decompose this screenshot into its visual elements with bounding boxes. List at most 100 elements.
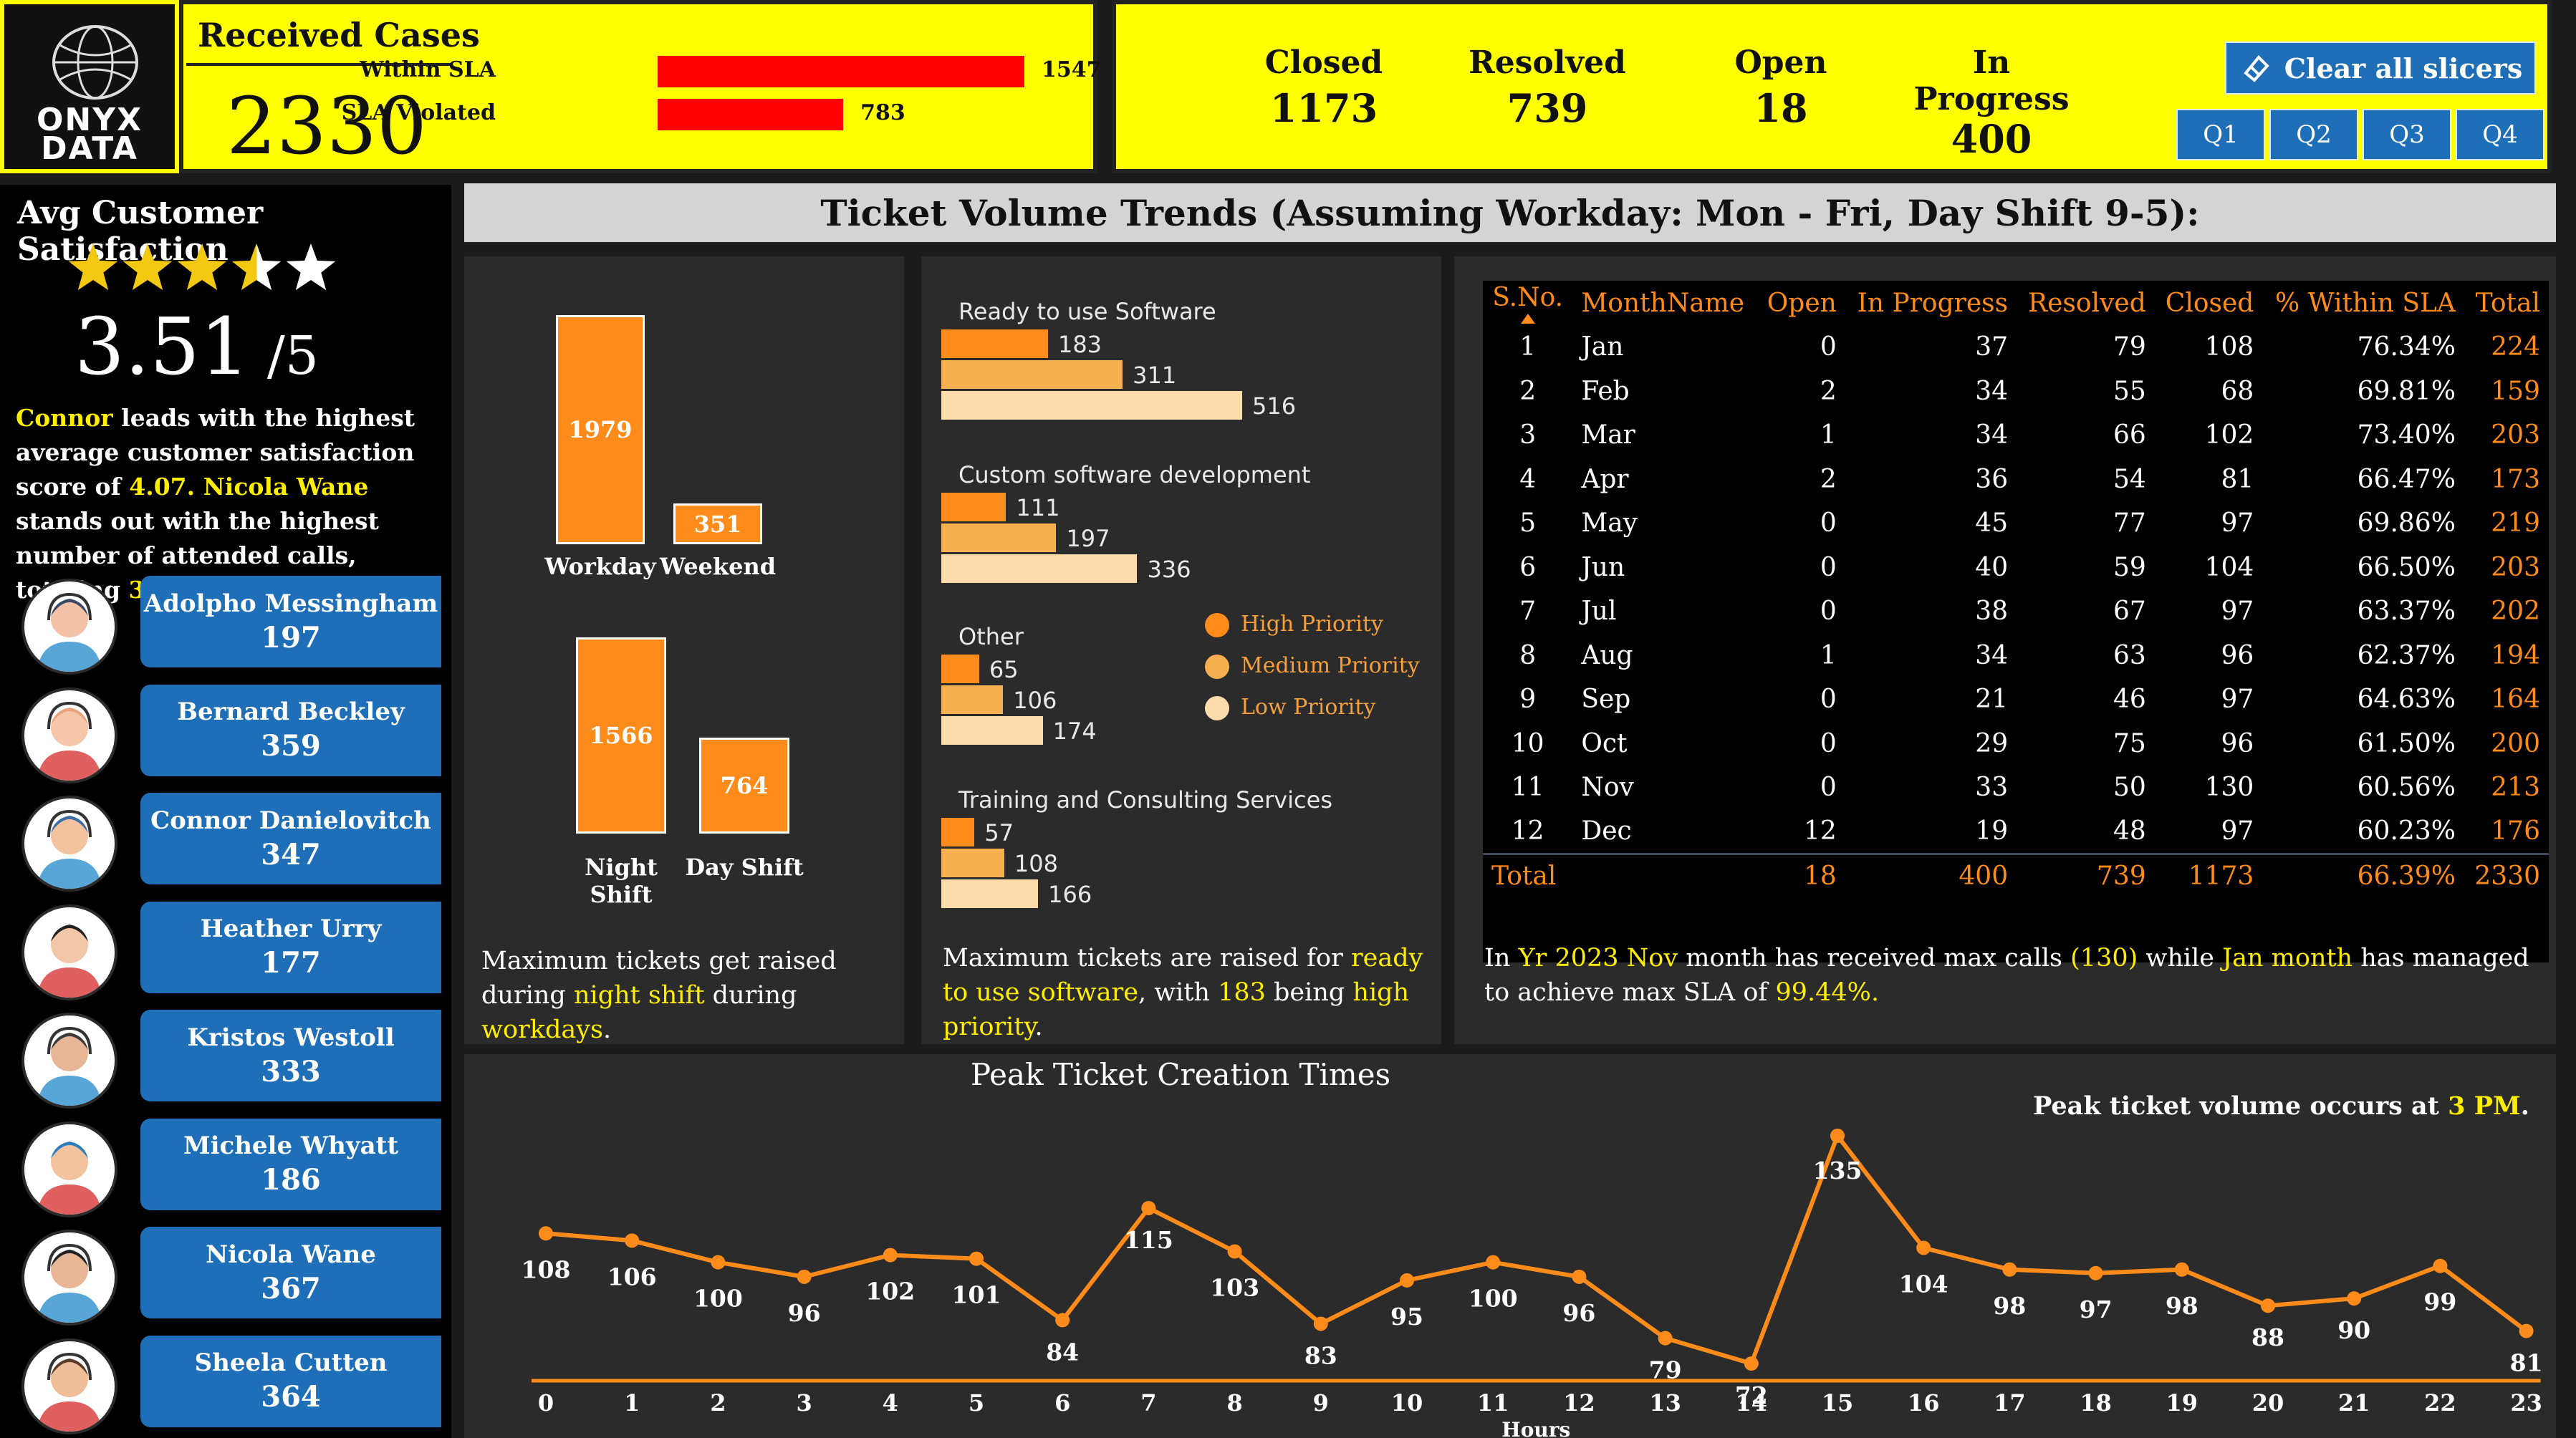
table-header[interactable]: Total xyxy=(2464,281,2549,325)
data-point[interactable] xyxy=(969,1251,984,1266)
table-row[interactable]: 7 Jul 0 38 67 97 63.37% 202 xyxy=(1483,589,2549,634)
table-row[interactable]: 1 Jan 0 37 79 108 76.34% 224 xyxy=(1483,325,2549,370)
table-cell: 200 xyxy=(2491,728,2540,758)
quarter-q2-button[interactable]: Q2 xyxy=(2269,109,2358,160)
data-point[interactable] xyxy=(2261,1298,2275,1313)
data-point[interactable] xyxy=(1055,1313,1070,1328)
data-point[interactable] xyxy=(625,1233,640,1248)
priority-bar[interactable] xyxy=(941,554,1138,583)
shift-bar[interactable]: 1566 xyxy=(576,637,666,834)
data-point[interactable] xyxy=(1313,1316,1328,1331)
table-cell: 75 xyxy=(2113,728,2146,758)
data-point[interactable] xyxy=(2002,1262,2017,1277)
table-cell: 33 xyxy=(1975,773,2009,803)
table-row[interactable]: 6 Jun 0 40 59 104 66.50% 203 xyxy=(1483,546,2549,590)
table-row[interactable]: 11 Nov 0 33 50 130 60.56% 213 xyxy=(1483,766,2549,810)
table-total-cell: 2330 xyxy=(2464,852,2549,898)
table-header[interactable]: % Within SLA xyxy=(2262,281,2464,325)
priority-bar[interactable] xyxy=(941,879,1039,908)
insight-highlight-score: 4.07. xyxy=(129,473,196,501)
data-point[interactable] xyxy=(1141,1200,1156,1215)
table-header[interactable]: Closed xyxy=(2155,281,2263,325)
agent-button[interactable]: Kristos Westoll 333 xyxy=(140,1010,441,1101)
table-header[interactable]: Open xyxy=(1756,281,1845,325)
priority-bar[interactable] xyxy=(941,493,1006,521)
data-point[interactable] xyxy=(539,1226,553,1241)
priority-bar[interactable] xyxy=(941,391,1242,420)
quarter-q3-button[interactable]: Q3 xyxy=(2363,109,2451,160)
data-point[interactable] xyxy=(883,1248,898,1263)
x-tick-label: 19 xyxy=(2166,1389,2198,1417)
table-row[interactable]: 9 Sep 0 21 46 97 64.63% 164 xyxy=(1483,677,2549,722)
data-point[interactable] xyxy=(1658,1331,1673,1346)
table-row[interactable]: 10 Oct 0 29 75 96 61.50% 200 xyxy=(1483,722,2549,766)
table-row[interactable]: 8 Aug 1 34 63 96 62.37% 194 xyxy=(1483,634,2549,678)
data-point[interactable] xyxy=(2433,1258,2448,1273)
agent-button[interactable]: Connor Danielovitch 347 xyxy=(140,793,441,884)
satisfaction-outof: /5 xyxy=(266,325,319,387)
data-point[interactable] xyxy=(2088,1265,2103,1280)
status-card: Closed 1173 Resolved 739 Open 18 In Progress 40… xyxy=(1112,0,2552,173)
agent-avatar xyxy=(21,904,117,1000)
table-header[interactable]: In Progress xyxy=(1845,281,2017,325)
legend-label: High Priority xyxy=(1241,612,1383,637)
star-icon xyxy=(122,243,173,291)
table-cell: 46 xyxy=(2113,685,2146,715)
priority-bar[interactable] xyxy=(941,523,1057,552)
table-row[interactable]: 2 Feb 2 34 55 68 69.81% 159 xyxy=(1483,370,2549,414)
table-cell: May xyxy=(1581,508,1638,539)
shift-bar[interactable]: 351 xyxy=(673,503,762,544)
agent-button[interactable]: Adolpho Messingham 197 xyxy=(140,576,441,667)
x-tick-label: 4 xyxy=(883,1389,898,1417)
priority-bar-value: 57 xyxy=(984,819,1014,846)
table-row[interactable]: 5 May 0 45 77 97 69.86% 219 xyxy=(1483,501,2549,546)
table-header[interactable]: Resolved xyxy=(2017,281,2155,325)
data-point[interactable] xyxy=(1830,1129,1845,1143)
data-point[interactable] xyxy=(2174,1262,2189,1277)
agent-button[interactable]: Bernard Beckley 359 xyxy=(140,684,441,776)
agent-button[interactable]: Heather Urry 177 xyxy=(140,901,441,993)
shift-bar[interactable]: 764 xyxy=(699,738,789,834)
data-point[interactable] xyxy=(1572,1269,1587,1284)
table-note: In Yr 2023 Nov month has received max ca… xyxy=(1484,941,2544,1010)
clear-all-slicers-button[interactable]: Clear all slicers xyxy=(2225,42,2536,95)
agent-button[interactable]: Michele Whyatt 186 xyxy=(140,1118,441,1210)
table-cell: 60.23% xyxy=(2357,816,2456,846)
priority-bar[interactable] xyxy=(941,655,979,683)
data-point[interactable] xyxy=(797,1269,812,1284)
priority-bar[interactable] xyxy=(941,360,1123,389)
data-point[interactable] xyxy=(1744,1356,1759,1371)
table-cell: 2 xyxy=(1519,376,1537,406)
data-point[interactable] xyxy=(1400,1273,1414,1288)
agent-button[interactable]: Sheela Cutten 364 xyxy=(140,1335,441,1427)
agent-button[interactable]: Nicola Wane 367 xyxy=(140,1227,441,1318)
priority-bar[interactable] xyxy=(941,685,1004,714)
data-point[interactable] xyxy=(2347,1291,2362,1306)
data-label: 90 xyxy=(2337,1316,2370,1344)
table-cell: 2 xyxy=(1820,464,1837,494)
table-cell: 164 xyxy=(2491,685,2540,715)
person-icon xyxy=(37,1026,102,1106)
table-cell: Aug xyxy=(1581,640,1633,670)
x-tick-label: 8 xyxy=(1226,1389,1242,1417)
star-icon xyxy=(231,243,282,291)
quarter-q1-button[interactable]: Q1 xyxy=(2176,109,2265,160)
data-point[interactable] xyxy=(1486,1255,1501,1270)
shift-bar[interactable]: 1979 xyxy=(556,315,645,544)
priority-bar[interactable] xyxy=(941,716,1043,745)
quarter-q4-button[interactable]: Q4 xyxy=(2456,109,2544,160)
table-header[interactable]: MonthName xyxy=(1572,281,1756,325)
data-point[interactable] xyxy=(2519,1323,2534,1338)
table-row[interactable]: 4 Apr 2 36 54 81 66.47% 173 xyxy=(1483,458,2549,502)
table-row[interactable]: 3 Mar 1 34 66 102 73.40% 203 xyxy=(1483,413,2549,458)
data-point[interactable] xyxy=(1227,1244,1242,1259)
priority-bar[interactable] xyxy=(941,818,975,846)
data-label: 100 xyxy=(1469,1285,1518,1313)
data-point[interactable] xyxy=(1916,1240,1931,1255)
priority-bar[interactable] xyxy=(941,849,1004,877)
table-row[interactable]: 12 Dec 12 19 48 97 60.23% 176 xyxy=(1483,810,2549,854)
data-point[interactable] xyxy=(711,1255,726,1270)
table-header[interactable]: S.No. xyxy=(1483,281,1572,325)
agent-name: Bernard Beckley xyxy=(177,698,405,726)
priority-bar[interactable] xyxy=(941,329,1048,358)
